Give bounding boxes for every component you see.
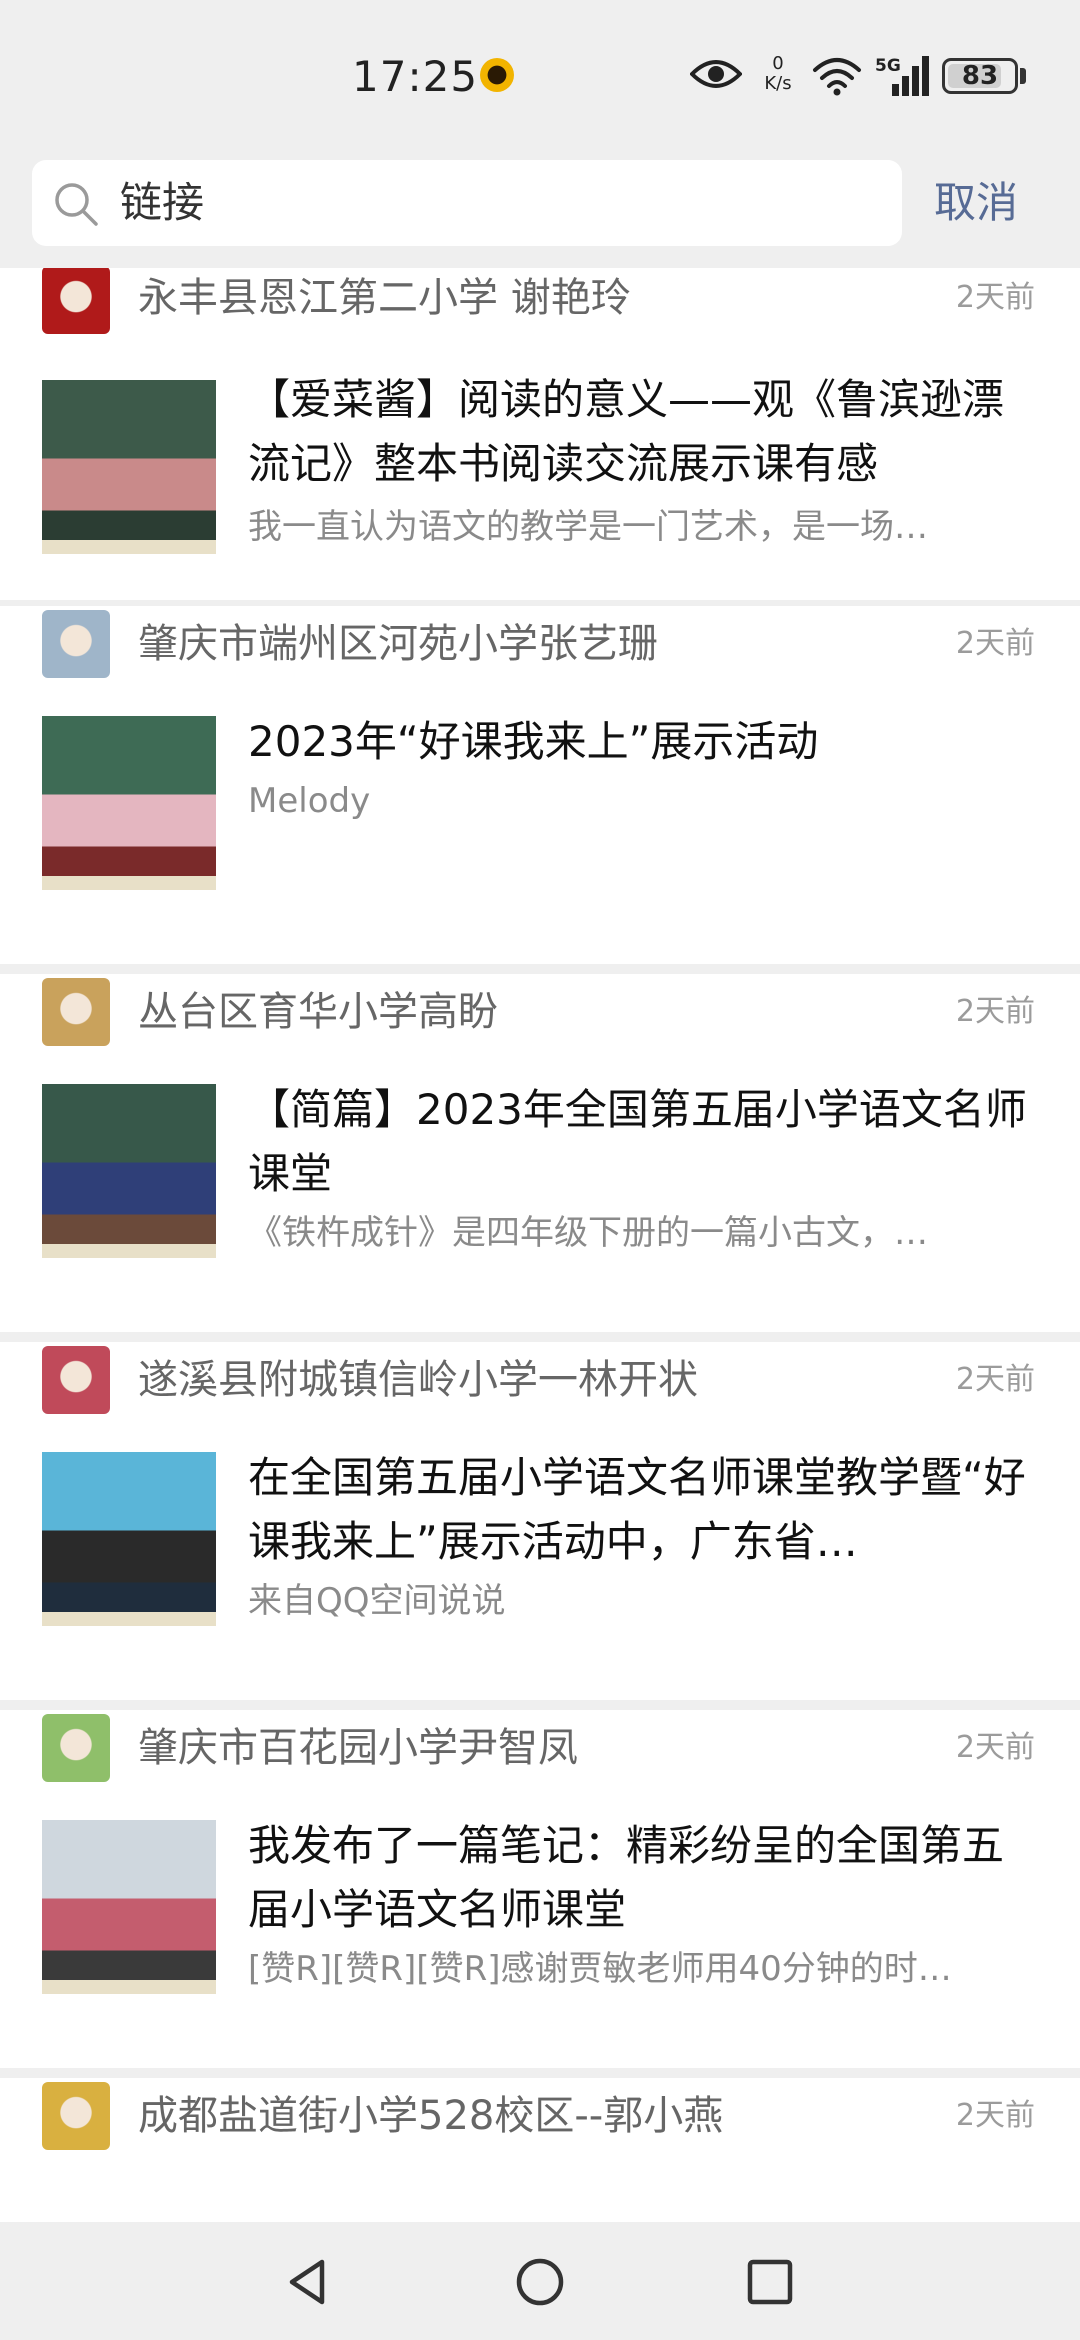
author-name[interactable]: 丛台区育华小学高盼 [138,976,498,1048]
network-speed-unit: K/s [764,73,792,94]
article-summary: Melody [248,781,371,821]
article-title[interactable]: 我发布了一篇笔记：精彩纷呈的全国第五届小学语文名师课堂 [248,1814,1038,1942]
avatar[interactable] [42,268,110,334]
back-icon[interactable] [282,2256,334,2308]
feed-card[interactable]: 丛台区育华小学高盼 2天前【简篇】2023年全国第五届小学语文名师课堂《铁杵成针》… [0,974,1080,1332]
article-summary: [赞R][赞R][赞R]感谢贾敏老师用40分钟的时… [248,1949,952,1989]
navigation-bar [0,2222,1080,2340]
post-time: 2天前 [955,626,1035,661]
home-icon[interactable] [514,2256,566,2308]
feed-card[interactable]: 永丰县恩江第二小学 谢艳玲 2天前【爱菜酱】阅读的意义——观《鲁滨逊漂流记》整本书… [0,268,1080,600]
battery-icon: 83 [942,58,1018,94]
article-summary: 我一直认为语文的教学是一门艺术，是一场… [248,507,928,547]
avatar[interactable] [42,1346,110,1414]
feed-card[interactable]: 肇庆市端州区河苑小学张艺珊 2天前 2023年“好课我来上”展示活动 Melody [0,606,1080,964]
feed-card[interactable]: 遂溪县附城镇信岭小学一林开状 2天前在全国第五届小学语文名师课堂教学暨“好课我来上… [0,1342,1080,1700]
eye-icon [690,60,742,88]
article-thumbnail[interactable] [42,1084,216,1258]
article-title[interactable]: 【爱菜酱】阅读的意义——观《鲁滨逊漂流记》整本书阅读交流展示课有感 [248,368,1038,496]
article-thumbnail[interactable] [42,380,216,554]
battery-level: 83 [961,61,999,91]
post-time: 2天前 [955,1730,1035,1765]
network-speed: 0 K/s [758,54,798,94]
feed-card[interactable]: 肇庆市百花园小学尹智凤 2天前我发布了一篇笔记：精彩纷呈的全国第五届小学语文名师课… [0,1710,1080,2068]
post-time: 2天前 [955,2098,1035,2133]
network-speed-value: 0 [772,53,784,74]
article-title[interactable]: 2023年“好课我来上”展示活动 [248,710,1038,774]
article-thumbnail[interactable] [42,1820,216,1994]
article-summary: 来自QQ空间说说 [248,1581,506,1621]
avatar[interactable] [42,978,110,1046]
app-screen: 17:25 0 K/s 5G 83 链接 取消 永丰县恩江第二小学 谢艳玲 2天… [0,0,1080,2340]
signal-icon [892,56,929,96]
feed-card[interactable]: 成都盐道街小学528校区--郭小燕 2天前 [0,2078,1080,2222]
avatar[interactable] [42,2082,110,2150]
wifi-icon [813,58,861,96]
author-name[interactable]: 成都盐道街小学528校区--郭小燕 [138,2080,723,2152]
cancel-button[interactable]: 取消 [934,170,1018,236]
battery-tip [1020,68,1026,84]
post-time: 2天前 [955,1362,1035,1397]
search-query: 链接 [120,178,205,227]
search-bar: 链接 取消 [0,150,1080,268]
author-name[interactable]: 遂溪县附城镇信岭小学一林开状 [138,1344,698,1416]
author-name[interactable]: 肇庆市百花园小学尹智凤 [138,1712,578,1784]
avatar[interactable] [42,610,110,678]
author-name[interactable]: 永丰县恩江第二小学 谢艳玲 [138,268,631,334]
sunflower-icon [480,58,514,92]
post-time: 2天前 [955,280,1035,315]
recent-apps-icon[interactable] [746,2258,794,2306]
author-name[interactable]: 肇庆市端州区河苑小学张艺珊 [138,608,658,680]
avatar[interactable] [42,1714,110,1782]
article-thumbnail[interactable] [42,716,216,890]
status-time: 17:25 [352,52,479,101]
article-title[interactable]: 在全国第五届小学语文名师课堂教学暨“好课我来上”展示活动中，广东省… [248,1446,1038,1574]
status-bar: 17:25 0 K/s 5G 83 [0,0,1080,150]
article-title[interactable]: 【简篇】2023年全国第五届小学语文名师课堂 [248,1078,1038,1206]
result-list[interactable]: 永丰县恩江第二小学 谢艳玲 2天前 【爱菜酱】阅读的意义——观《鲁滨逊漂流记》整本书… [0,268,1080,2222]
article-summary: 《铁杵成针》是四年级下册的一篇小古文，… [248,1213,928,1253]
article-thumbnail[interactable] [42,1452,216,1626]
post-time: 2天前 [955,994,1035,1029]
search-input[interactable]: 链接 [32,160,902,246]
search-icon [55,183,98,226]
